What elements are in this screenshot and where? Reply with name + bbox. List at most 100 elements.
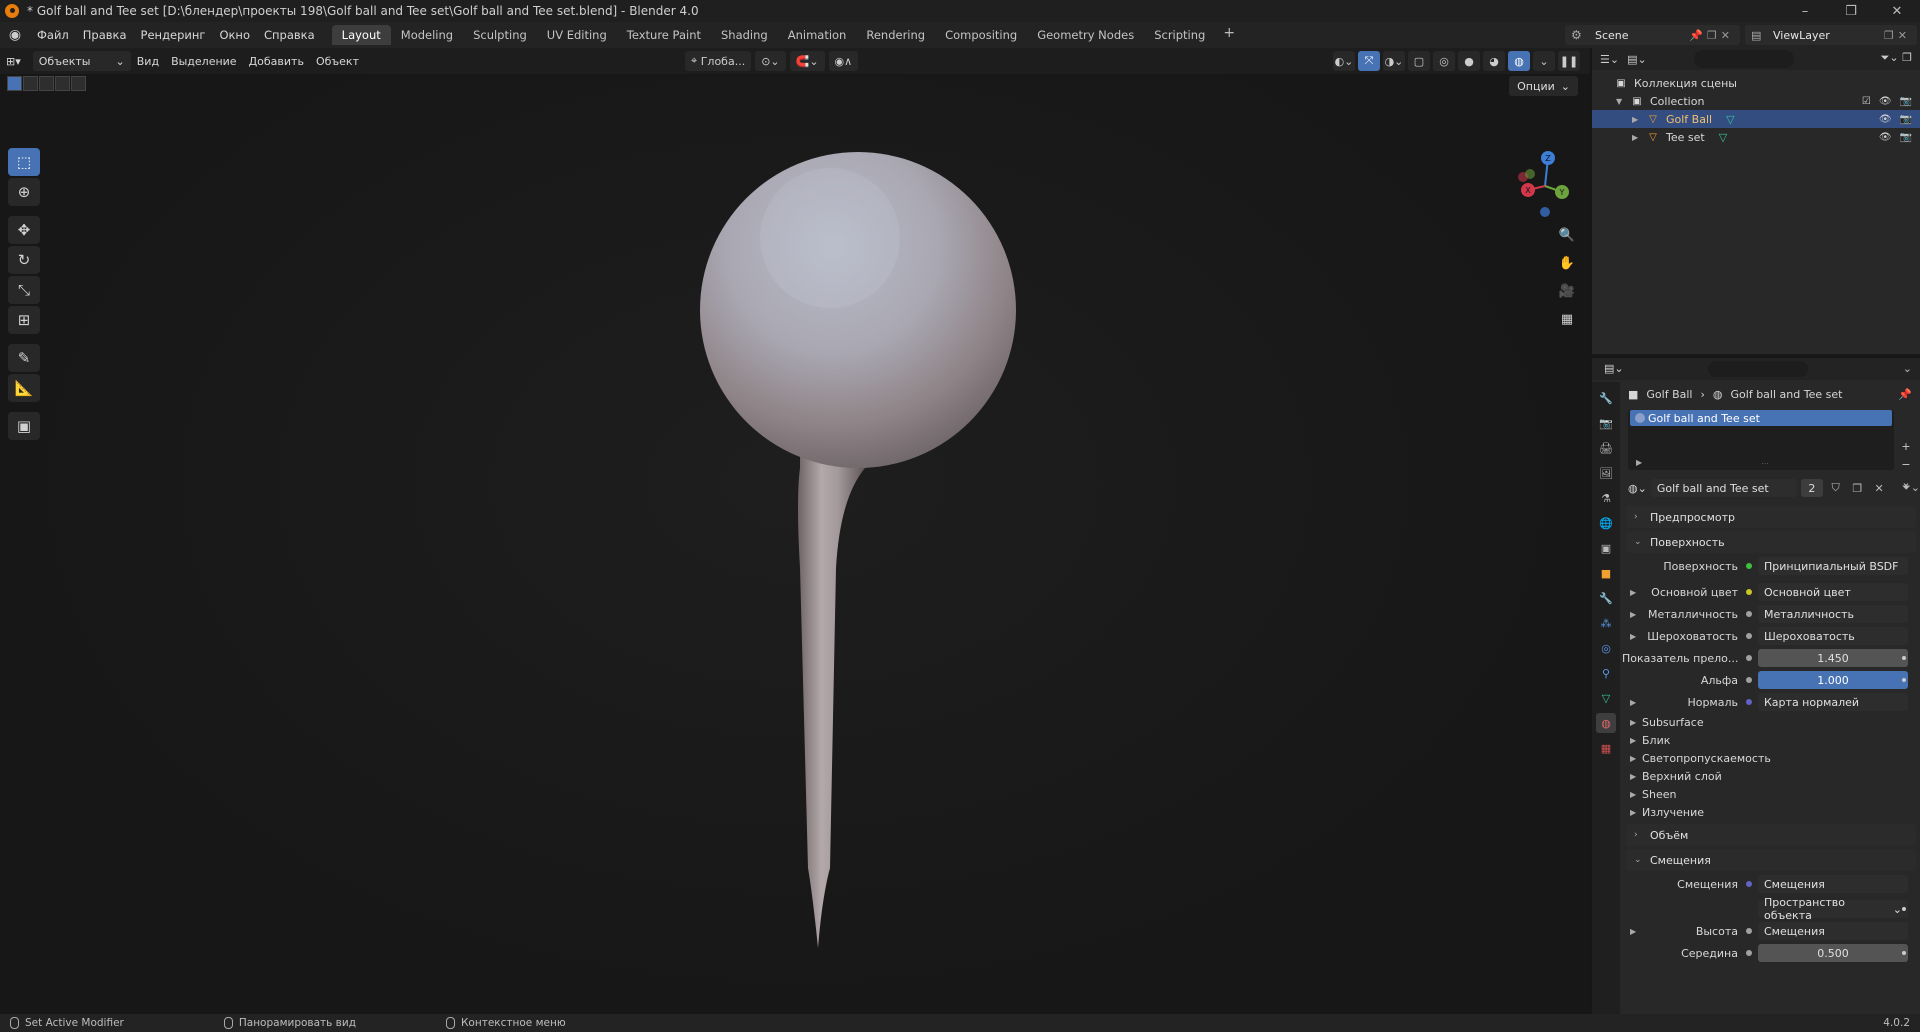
subsection-row[interactable]: ▶ Верхний слой (1622, 767, 1920, 785)
texture-tab-icon[interactable]: ▦ (1596, 738, 1616, 758)
collection-tab-icon[interactable]: ▣ (1596, 538, 1616, 558)
socket-icon[interactable] (1746, 611, 1752, 617)
tab-shading[interactable]: Shading (711, 25, 778, 45)
resize-handle-icon[interactable]: ⋯ (1761, 459, 1769, 468)
tab-geometry-nodes[interactable]: Geometry Nodes (1027, 25, 1144, 45)
visibility-icon[interactable]: ◐⌄ (1333, 51, 1355, 71)
annotate-tool-icon[interactable]: ✎ (8, 344, 40, 372)
expand-arrow-icon[interactable]: ▶ (1630, 718, 1636, 727)
outliner-editor-type-icon[interactable]: ☰⌄ (1600, 53, 1619, 66)
display-mode-icon[interactable]: ▤⌄ (1627, 53, 1647, 66)
properties-editor-type-icon[interactable]: ▤⌄ (1604, 362, 1624, 375)
mesh-data-icon[interactable]: ▽ (1719, 131, 1727, 144)
particles-tab-icon[interactable]: ⁂ (1596, 613, 1616, 633)
duplicate-icon[interactable]: ❐ (1848, 482, 1866, 495)
select-difference-icon[interactable] (55, 76, 70, 91)
slot-menu-icon[interactable]: ⌄ (1898, 474, 1914, 490)
outliner-collection[interactable]: ▼ ▣ Collection ☑ 👁 📷 (1592, 92, 1920, 110)
outliner-item-golf-ball[interactable]: ▶ ▽ Golf Ball ▽ 👁 📷 (1592, 110, 1920, 128)
scene-tab-icon[interactable]: ⚗ (1596, 488, 1616, 508)
material-tab-icon[interactable]: ◍ (1596, 713, 1616, 733)
overlays-icon[interactable]: ◑⌄ (1383, 51, 1405, 71)
expand-arrow-icon[interactable]: ▶ (1630, 588, 1636, 597)
menu-file[interactable]: Файл (30, 28, 76, 42)
menu-render[interactable]: Рендеринг (134, 28, 213, 42)
camera-icon[interactable]: 📷 (1900, 132, 1912, 143)
socket-icon[interactable] (1746, 589, 1752, 595)
tab-animation[interactable]: Animation (778, 25, 857, 45)
scale-tool-icon[interactable]: ⤡ (8, 276, 40, 304)
close-icon[interactable]: ✕ (1874, 0, 1920, 22)
camera-view-icon[interactable]: 🎥 (1556, 280, 1578, 302)
prop-value-field[interactable]: Металличность (1758, 605, 1908, 623)
object-tab-icon[interactable]: ■ (1596, 563, 1616, 583)
transform-tool-icon[interactable]: ⊞ (8, 306, 40, 334)
prop-value-field[interactable]: Смещения (1758, 922, 1908, 940)
add-workspace-button[interactable]: + (1215, 25, 1243, 45)
eye-icon[interactable]: 👁 (1879, 96, 1892, 107)
prop-value-field[interactable]: Основной цвет (1758, 583, 1908, 601)
tab-scripting[interactable]: Scripting (1144, 25, 1215, 45)
chevron-down-icon[interactable]: ⌄ (1903, 362, 1912, 375)
interaction-mode-dropdown[interactable]: Объекты ⌄ (32, 51, 131, 71)
view-layer-tab-icon[interactable]: 🖼 (1596, 463, 1616, 483)
options-dropdown[interactable]: Опции ⌄ (1509, 76, 1578, 96)
keyframe-dot-icon[interactable] (1902, 907, 1906, 911)
tool-tab-icon[interactable]: 🔧 (1596, 388, 1616, 408)
view-layer-buttons-icon[interactable]: ❐✕ (1884, 29, 1911, 42)
material-name-field[interactable]: Golf ball and Tee set (1650, 479, 1797, 497)
pivot-point-icon[interactable]: ⊙⌄ (755, 51, 786, 71)
select-box-tool-icon[interactable]: ⬚ (8, 148, 40, 176)
socket-icon[interactable] (1746, 881, 1752, 887)
material-slot[interactable]: Golf ball and Tee set (1630, 410, 1892, 426)
restore-icon[interactable]: ❐ (1828, 0, 1874, 22)
physics-tab-icon[interactable]: ◎ (1596, 638, 1616, 658)
view-layer-selector[interactable]: ▤ ViewLayer ❐✕ (1745, 25, 1917, 45)
expand-arrow-icon[interactable]: ▶ (1630, 698, 1636, 707)
pause-render-icon[interactable]: ❚❚ (1558, 51, 1580, 71)
expand-arrow-icon[interactable]: ▼ (1616, 97, 1624, 106)
add-cube-tool-icon[interactable]: ▣ (8, 412, 40, 440)
prop-value-field[interactable]: Шероховатость (1758, 627, 1908, 645)
expand-arrow-icon[interactable]: ▶ (1630, 790, 1636, 799)
menu-window[interactable]: Окно (212, 28, 257, 42)
view-layer-name[interactable]: ViewLayer (1773, 29, 1830, 42)
expand-arrow-icon[interactable]: ▶ (1630, 610, 1636, 619)
wireframe-shading-icon[interactable]: ◎ (1433, 51, 1455, 71)
world-tab-icon[interactable]: 🌐 (1596, 513, 1616, 533)
select-subtract-icon[interactable] (39, 76, 54, 91)
editor-type-icon[interactable]: ⊞▾ (0, 51, 27, 71)
select-intersect-icon[interactable] (71, 76, 86, 91)
menu-edit[interactable]: Правка (76, 28, 134, 42)
socket-icon[interactable] (1746, 655, 1752, 661)
3d-viewport[interactable]: ⊞▾ Объекты ⌄ Вид Выделение Добавить Объе… (0, 48, 1590, 1014)
material-browse-icon[interactable]: ◍⌄ (1628, 482, 1647, 495)
prop-value-field[interactable]: Принципиальный BSDF (1758, 557, 1908, 575)
mesh-data-icon[interactable]: ▽ (1726, 113, 1734, 126)
keyframe-dot-icon[interactable] (1902, 678, 1906, 682)
cursor-tool-icon[interactable]: ⊕ (8, 178, 40, 206)
select-extend-icon[interactable] (23, 76, 38, 91)
subsection-row[interactable]: ▶ Sheen (1622, 785, 1920, 803)
outliner-search-input[interactable] (1694, 50, 1794, 68)
scene-name[interactable]: Scene (1595, 29, 1629, 42)
outliner-scene-collection[interactable]: ▣ Коллекция сцены (1592, 74, 1920, 92)
material-slot-list[interactable]: Golf ball and Tee set ▶ ⋯ (1628, 410, 1894, 470)
expand-arrow-icon[interactable]: ▶ (1630, 754, 1636, 763)
viewport-scene[interactable] (0, 48, 1590, 1014)
solid-shading-icon[interactable]: ● (1458, 51, 1480, 71)
eye-icon[interactable]: 👁 (1879, 132, 1892, 143)
rotate-tool-icon[interactable]: ↻ (8, 246, 40, 274)
prop-value-number[interactable]: 1.450 (1758, 649, 1908, 667)
socket-icon[interactable] (1746, 950, 1752, 956)
menu-view[interactable]: Вид (131, 51, 165, 71)
gizmo-toggle-icon[interactable]: ⤧ (1358, 51, 1380, 71)
socket-icon[interactable] (1746, 677, 1752, 683)
prop-value-number[interactable]: 1.000 (1758, 671, 1908, 689)
subsection-row[interactable]: ▶ Subsurface (1622, 713, 1920, 731)
tab-rendering[interactable]: Rendering (856, 25, 935, 45)
perspective-grid-icon[interactable]: ▦ (1556, 308, 1578, 330)
prop-value-field[interactable]: Смещения (1758, 875, 1908, 893)
tab-compositing[interactable]: Compositing (935, 25, 1027, 45)
checkbox-icon[interactable]: ☑ (1862, 96, 1871, 107)
